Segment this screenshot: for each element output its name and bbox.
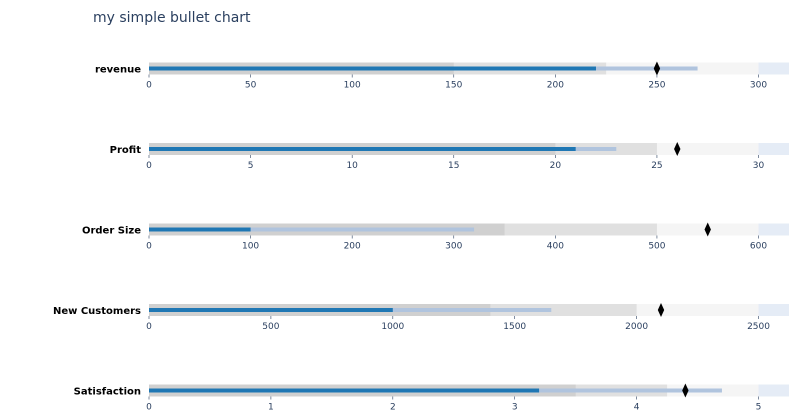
tick-label: 5 <box>756 403 762 413</box>
bullets: revenue0 50 100 150 200 250 300Profit0 5 10 15 20 2… <box>53 61 789 413</box>
tick-label: 10 <box>346 161 358 171</box>
tick-label: 150 <box>445 81 462 91</box>
bullet-row: Order Size 0 100 200 300 400 500 600 <box>82 222 789 252</box>
tick-label: 3 <box>512 403 518 413</box>
measure-bar-primary <box>149 147 576 151</box>
chart-title: my simple bullet chart <box>93 10 251 26</box>
tick-label: 0 <box>146 161 152 171</box>
tick-label: 0 <box>146 242 152 252</box>
tick-label: 200 <box>344 242 361 252</box>
tick-label: 20 <box>550 161 562 171</box>
bullet-chart: my simple bullet chart revenue0 50 100 150 2… <box>53 10 789 413</box>
category-label: Order Size <box>82 226 141 237</box>
tick-label: 4 <box>634 403 640 413</box>
category-label: Satisfaction <box>74 387 141 398</box>
tick-label: 1500 <box>503 322 526 332</box>
bullet-row: New Customers 0 500 1000 1500 2000 2500 <box>53 303 789 332</box>
tick-label: 15 <box>448 161 459 171</box>
tick-label: 50 <box>245 81 257 91</box>
bullet-row: Profit 0 5 10 15 20 25 30 <box>110 142 789 171</box>
tick-label: 1000 <box>381 322 404 332</box>
tick-label: 2500 <box>747 322 770 332</box>
tick-label: 2000 <box>625 322 648 332</box>
tick-label: 500 <box>262 322 279 332</box>
category-label: Profit <box>110 145 142 156</box>
measure-bar-primary <box>149 66 596 71</box>
category-label: revenue <box>95 65 141 76</box>
tick-label: 25 <box>651 161 662 171</box>
measure-bar-primary <box>149 308 393 312</box>
tick-label: 200 <box>547 81 564 91</box>
tick-label: 0 <box>146 322 152 332</box>
tick-label: 250 <box>648 81 665 91</box>
tick-label: 5 <box>248 161 254 171</box>
tick-label: 600 <box>750 242 767 252</box>
measure-bar-primary <box>149 227 251 232</box>
bullet-row: revenue 0 50 100 150 200 250 300 <box>95 61 789 91</box>
tick-label: 100 <box>242 242 259 252</box>
tick-label: 400 <box>547 242 564 252</box>
tick-label: 1 <box>268 403 274 413</box>
measure-bar-primary <box>149 388 540 393</box>
tick-label: 100 <box>344 81 361 91</box>
tick-label: 0 <box>146 403 152 413</box>
tick-label: 2 <box>390 403 396 413</box>
tick-label: 300 <box>750 81 767 91</box>
tick-label: 300 <box>445 242 462 252</box>
category-label: New Customers <box>53 306 141 317</box>
tick-label: 0 <box>146 81 152 91</box>
bullet-row: Satisfaction 0 1 2 3 4 5 <box>74 383 789 413</box>
tick-label: 30 <box>753 161 765 171</box>
tick-label: 500 <box>648 242 665 252</box>
